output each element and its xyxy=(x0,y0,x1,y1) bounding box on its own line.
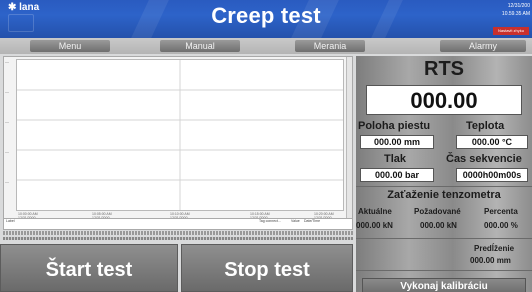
temperature-value: 000.00 °C xyxy=(456,135,528,149)
temperature-label: Teplota xyxy=(466,120,505,132)
pressure-value: 000.00 bar xyxy=(360,168,434,182)
time-text: 10.59.35 AM xyxy=(501,11,530,17)
tab-merania[interactable]: Merania xyxy=(295,40,365,52)
chart-grid xyxy=(17,60,343,210)
chart-toolbar-strip xyxy=(3,237,353,240)
required-value: 000.00 kN xyxy=(420,221,457,230)
percent-value: 000.00 % xyxy=(484,221,518,230)
chart-scrollbar[interactable] xyxy=(346,57,352,228)
elongation-value: 000.00 mm xyxy=(470,256,511,265)
table-header: Tag connect... xyxy=(259,219,281,223)
stop-test-button[interactable]: Stop test xyxy=(181,244,353,292)
start-test-button[interactable]: Štart test xyxy=(0,244,178,292)
load-section-title: Zaťaženie tenzometra xyxy=(387,189,501,201)
y-tick: — xyxy=(5,149,9,154)
rts-main-value: 000.00 xyxy=(366,85,522,115)
actual-value: 000.00 kN xyxy=(356,221,393,230)
trend-chart[interactable]: — — — — — 10:00:00 AM12/31/2000 10:05:00… xyxy=(3,56,353,229)
status-button[interactable]: Nastavit zhyku xyxy=(493,27,529,35)
title-bar: ✱ lana Creep test 12/31/200 10.59.35 AM … xyxy=(0,0,532,38)
divider xyxy=(356,186,532,187)
divider xyxy=(356,270,532,271)
y-tick: — xyxy=(5,179,9,184)
table-header: Value xyxy=(291,219,300,223)
chart-horizontal-scrollbar[interactable] xyxy=(3,231,353,235)
table-header: Label xyxy=(6,219,15,223)
rts-panel: RTS 000.00 Poloha piestu Teplota 000.00 … xyxy=(356,56,532,292)
sequence-time-label: Čas sekvencie xyxy=(446,153,522,165)
value-table: Label Tag connect... Value Date/Time xyxy=(3,218,353,230)
tab-menu[interactable]: Menu xyxy=(30,40,110,52)
nav-tabs: Menu Manual Merania Alarmy xyxy=(0,38,532,54)
percent-label: Percenta xyxy=(484,207,518,216)
divider xyxy=(356,238,532,239)
tab-alarmy[interactable]: Alarmy xyxy=(440,40,526,52)
date-text: 12/31/200 xyxy=(507,3,530,9)
y-tick: — xyxy=(5,119,9,124)
app-window: ✱ lana Creep test 12/31/200 10.59.35 AM … xyxy=(0,0,532,292)
sequence-time-value: 0000h00m00s xyxy=(456,168,528,182)
actual-label: Aktuálne xyxy=(358,207,392,216)
y-tick: — xyxy=(5,59,9,64)
chart-plot-area xyxy=(16,59,344,211)
tab-manual[interactable]: Manual xyxy=(160,40,240,52)
piston-label: Poloha piestu xyxy=(358,120,431,132)
table-header: Date/Time xyxy=(304,219,321,223)
elongation-label: Predĺženie xyxy=(474,244,515,253)
calibrate-button[interactable]: Vykonaj kalibráciu xyxy=(362,278,526,292)
required-label: Požadované xyxy=(414,207,461,216)
piston-value: 000.00 mm xyxy=(360,135,434,149)
pressure-label: Tlak xyxy=(384,153,407,165)
rts-title: RTS xyxy=(424,58,464,80)
y-tick: — xyxy=(5,89,9,94)
page-title: Creep test xyxy=(211,3,321,28)
datetime-display: 12/31/200 10.59.35 AM xyxy=(502,2,530,18)
